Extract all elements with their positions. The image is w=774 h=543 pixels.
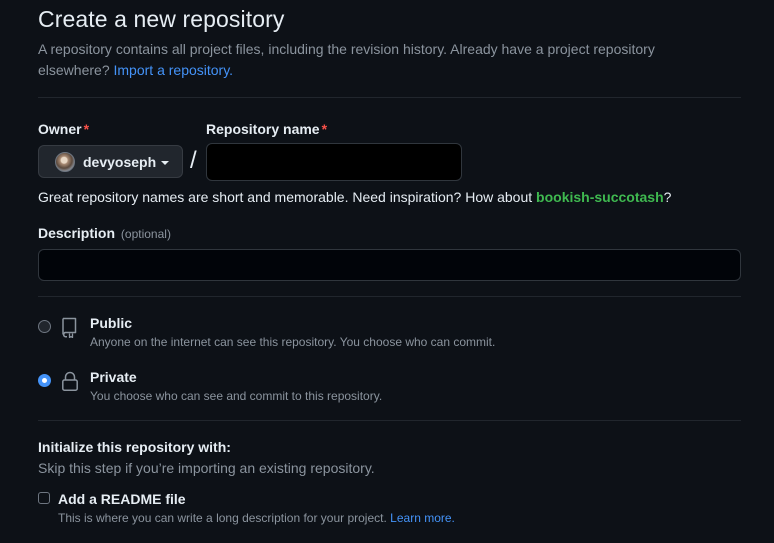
initialize-title: Initialize this repository with: <box>38 439 231 455</box>
hint-suffix: ? <box>663 189 672 205</box>
name-suggestion-link[interactable]: bookish-succotash <box>536 189 664 205</box>
private-radio[interactable] <box>38 374 51 387</box>
public-option-description: Anyone on the internet can see this repo… <box>90 335 496 349</box>
readme-checkbox[interactable] <box>38 492 50 504</box>
owner-dropdown-button[interactable]: devyoseph <box>38 145 183 178</box>
lock-icon <box>62 371 78 391</box>
learn-more-link[interactable]: Learn more. <box>390 511 455 525</box>
divider <box>38 97 741 98</box>
caret-down-icon <box>161 160 170 165</box>
readme-description: This is where you can write a long descr… <box>58 511 455 525</box>
private-option-description: You choose who can see and commit to thi… <box>90 389 383 403</box>
page-title: Create a new repository <box>38 6 285 32</box>
repository-name-input[interactable] <box>206 143 462 181</box>
divider <box>38 296 741 297</box>
new-repository-page: Create a new repository A repository con… <box>0 0 774 543</box>
description-label-text: Description <box>38 225 116 241</box>
required-mark: * <box>83 121 90 137</box>
public-option-title: Public <box>90 315 133 331</box>
private-option-title: Private <box>90 369 137 385</box>
repo-icon <box>62 317 77 338</box>
initialize-subtitle: Skip this step if you’re importing an ex… <box>38 460 375 476</box>
hint-text: Great repository names are short and mem… <box>38 189 533 205</box>
import-repository-link[interactable]: Import a repository. <box>114 62 234 78</box>
page-subtitle: A repository contains all project files,… <box>38 39 718 81</box>
repository-name-hint: Great repository names are short and mem… <box>38 189 671 205</box>
optional-tag: (optional) <box>120 227 171 241</box>
description-label: Description (optional) <box>38 225 171 241</box>
owner-repo-separator: / <box>190 147 197 174</box>
divider <box>38 420 741 421</box>
readme-label[interactable]: Add a README file <box>58 491 186 507</box>
owner-label: Owner * <box>38 121 89 137</box>
owner-label-text: Owner <box>38 121 82 137</box>
public-radio[interactable] <box>38 320 51 333</box>
readme-description-text: This is where you can write a long descr… <box>58 511 387 525</box>
owner-name: devyoseph <box>83 153 157 170</box>
required-mark: * <box>321 121 328 137</box>
description-input[interactable] <box>38 249 741 281</box>
repository-name-label: Repository name * <box>206 121 327 137</box>
avatar <box>55 151 75 172</box>
repository-name-label-text: Repository name <box>206 121 320 137</box>
